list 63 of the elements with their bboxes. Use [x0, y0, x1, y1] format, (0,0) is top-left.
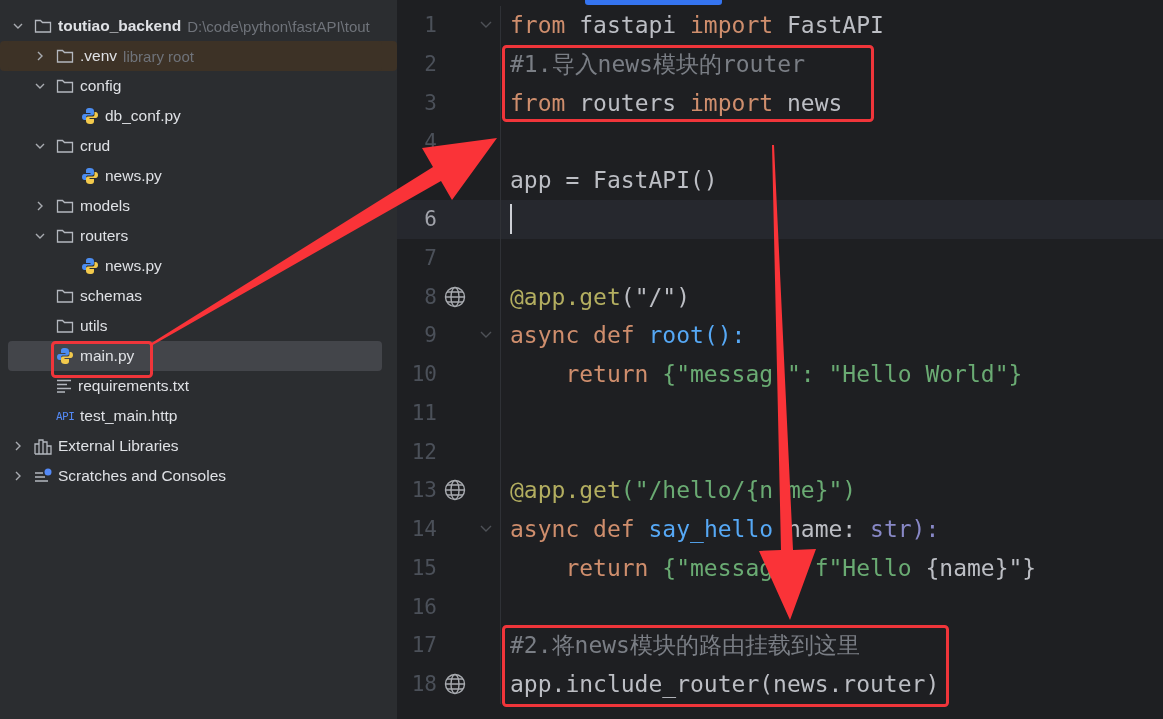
tree-item-label: config — [80, 77, 122, 95]
folder-icon — [56, 78, 74, 94]
tree-item[interactable]: External Libraries — [8, 431, 183, 461]
tree-item-label: toutiao_backend — [58, 17, 182, 35]
python-icon — [81, 257, 99, 275]
tree-item[interactable]: config — [8, 71, 126, 101]
globe-icon[interactable] — [443, 285, 466, 308]
api-file-icon: API — [56, 409, 74, 423]
tree-item-label: schemas — [80, 287, 143, 305]
tree-item[interactable]: API test_main.http — [8, 401, 182, 431]
line-number: 6 — [423, 207, 437, 232]
code-line: app.include_router(news.router) — [510, 671, 940, 698]
tree-item[interactable]: crud — [8, 131, 115, 161]
project-path: D:\code\python\fastAPI\tout — [187, 17, 370, 35]
tree-item-label: routers — [80, 227, 129, 245]
tree-item-label: crud — [80, 137, 111, 155]
tree-item[interactable]: Scratches and Consoles — [8, 461, 230, 491]
tree-item-label: test_main.http — [80, 407, 178, 425]
tree-item[interactable]: models — [8, 191, 134, 221]
globe-icon[interactable] — [443, 479, 466, 502]
library-icon — [34, 437, 52, 455]
code-line: @app.get("/") — [510, 283, 691, 310]
tree-item-label: news.py — [105, 257, 162, 275]
folder-icon — [56, 228, 74, 244]
tree-item-label: main.py — [80, 347, 135, 365]
folder-icon — [56, 318, 74, 334]
text-file-icon — [56, 379, 72, 393]
globe-icon[interactable] — [443, 673, 466, 696]
tree-item[interactable]: news.py — [8, 161, 166, 191]
folder-icon — [56, 198, 74, 214]
code-line: from routers import news — [510, 89, 843, 116]
text-caret — [510, 204, 512, 235]
code-line: #2.将news模块的路由挂载到这里 — [510, 630, 860, 660]
tree-item[interactable]: utils — [8, 311, 112, 341]
python-icon — [81, 167, 99, 185]
tree-item-label: models — [80, 197, 130, 215]
tree-item[interactable]: db_conf.py — [8, 101, 185, 131]
tree-item[interactable]: news.py — [8, 251, 166, 281]
tree-item-label: news.py — [105, 167, 162, 185]
tree-item-label: .venv — [80, 47, 118, 65]
tree-item-label: utils — [80, 317, 108, 335]
python-icon — [56, 347, 74, 365]
python-icon — [81, 107, 99, 125]
tree-item-label: db_conf.py — [105, 107, 181, 125]
tree-item-label: requirements.txt — [78, 377, 190, 395]
tree-item[interactable]: requirements.txt — [8, 371, 194, 401]
tree-item[interactable]: schemas — [8, 281, 147, 311]
library-root-note: library root — [123, 47, 194, 65]
tree-item[interactable]: main.py — [8, 341, 382, 371]
code-line: from fastapi import FastAPI — [510, 12, 884, 39]
tree-item[interactable]: toutiao_backend D:\code\python\fastAPI\tout — [8, 11, 374, 41]
code-line: #1.导入news模块的router — [510, 49, 805, 79]
folder-icon — [56, 48, 74, 64]
scratches-icon — [34, 468, 52, 484]
tree-item-label: External Libraries — [58, 437, 179, 455]
folder-icon — [56, 138, 74, 154]
folder-icon — [34, 18, 52, 34]
code-line: return {"messag ": "Hello World"} — [564, 361, 1023, 388]
code-line: async def root(): — [510, 322, 746, 349]
tree-item[interactable]: routers — [8, 221, 133, 251]
folder-icon — [56, 288, 74, 304]
tree-item-label: Scratches and Consoles — [58, 467, 226, 485]
code-line: app = FastAPI() — [510, 167, 718, 194]
